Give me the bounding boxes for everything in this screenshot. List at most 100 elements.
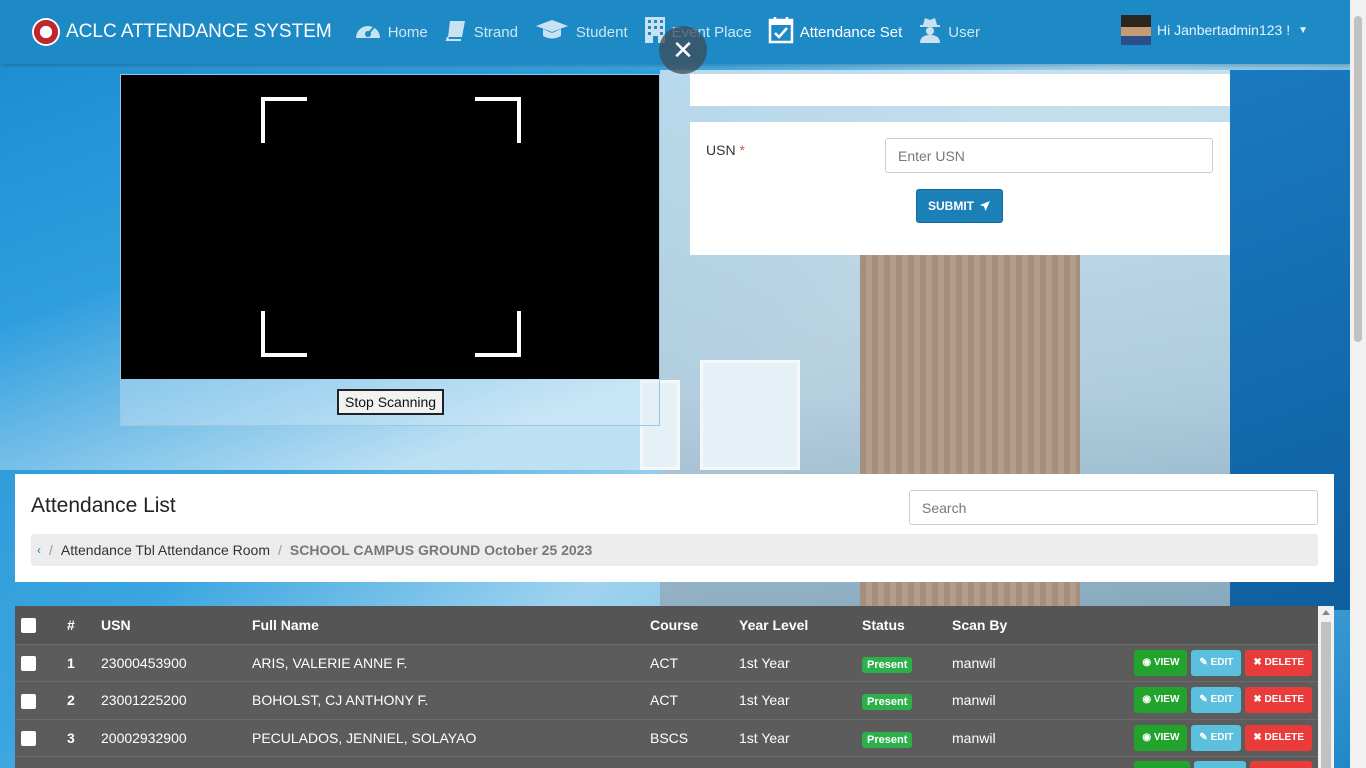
scan-frame-corner [261, 97, 307, 143]
edit-icon: ✎ [1199, 656, 1211, 668]
select-all-checkbox[interactable] [21, 618, 36, 634]
scanner-video [121, 75, 659, 379]
row-scan-by: manwil [952, 729, 996, 746]
nav-label: Attendance Set [799, 23, 903, 41]
row-num: 2 [67, 692, 75, 709]
calendar-check-icon [768, 16, 794, 48]
stop-scanning-button[interactable]: Stop Scanning [337, 389, 445, 415]
book-icon [444, 18, 468, 46]
edit-button[interactable]: ✎ EDIT [1191, 724, 1242, 751]
row-checkbox[interactable] [21, 656, 36, 672]
table-scrollbar[interactable] [1318, 606, 1334, 768]
view-button[interactable] [1134, 761, 1190, 768]
row-checkbox[interactable] [21, 731, 36, 747]
brand[interactable]: ACLC ATTENDANCE SYSTEM [32, 18, 332, 46]
submit-button[interactable]: SUBMIT [916, 189, 1003, 223]
times-icon: ✖ [1253, 694, 1265, 706]
edit-icon: ✎ [1199, 731, 1211, 743]
edit-button[interactable]: ✎ EDIT [1191, 649, 1242, 676]
breadcrumb-parent[interactable]: Attendance Tbl Attendance Room [61, 542, 270, 558]
nav-item-home[interactable]: Home [354, 0, 428, 64]
nav-item-attendance-set[interactable]: Attendance Set [768, 0, 903, 64]
scan-frame-corner [475, 97, 521, 143]
col-actions [1066, 606, 1318, 644]
table-row [15, 756, 1318, 768]
eye-icon: ◉ [1142, 694, 1154, 706]
col-scan-by: Scan By [952, 616, 1008, 633]
table-row: 1 23000453900 ARIS, VALERIE ANNE F. ACT … [15, 644, 1318, 682]
delete-label: DELETE [1264, 656, 1304, 668]
row-course: ACT [650, 654, 678, 671]
row-num: 3 [67, 729, 75, 746]
row-year-level: 1st Year [739, 654, 790, 671]
row-usn: 23000453900 [101, 654, 187, 671]
view-label: VIEW [1153, 694, 1180, 706]
scan-frame-corner [475, 311, 521, 357]
row-usn: 23001225200 [101, 692, 187, 709]
search-input[interactable] [909, 490, 1318, 525]
scroll-up-icon[interactable] [1322, 610, 1330, 615]
user-greeting: Hi Janbertadmin123 ! [1157, 22, 1291, 38]
usn-label-text: USN [706, 142, 736, 158]
eye-icon: ◉ [1142, 731, 1154, 743]
close-icon: ✕ [672, 34, 694, 65]
row-full-name: BOHOLST, CJ ANTHONY F. [252, 692, 429, 709]
page-scrollbar-thumb[interactable] [1354, 16, 1362, 342]
times-icon: ✖ [1253, 656, 1265, 668]
nav-item-strand[interactable]: Strand [444, 0, 518, 64]
col-year-level: Year Level [739, 616, 809, 633]
delete-button[interactable]: ✖ DELETE [1245, 649, 1312, 676]
view-button[interactable]: ◉ VIEW [1134, 649, 1188, 676]
usn-input[interactable] [885, 138, 1213, 173]
breadcrumb: ‹ / Attendance Tbl Attendance Room / SCH… [31, 534, 1318, 566]
paper-plane-icon [979, 200, 991, 212]
nav-item-user[interactable]: User [918, 0, 980, 64]
table-scrollbar-thumb[interactable] [1321, 622, 1331, 768]
user-menu[interactable]: Hi Janbertadmin123 ! ▼ [1121, 15, 1308, 45]
row-course: ACT [650, 692, 678, 709]
user-secret-icon [918, 16, 942, 48]
edit-label: EDIT [1210, 694, 1234, 706]
col-status: Status [862, 616, 905, 633]
nav-label: Student [575, 23, 628, 41]
dashboard-icon [354, 18, 382, 46]
col-num: # [67, 616, 75, 633]
edit-label: EDIT [1210, 656, 1234, 668]
close-scanner-button[interactable]: ✕ [659, 26, 707, 74]
edit-icon: ✎ [1199, 694, 1211, 706]
view-button[interactable]: ◉ VIEW [1134, 687, 1188, 714]
edit-button[interactable]: ✎ EDIT [1191, 687, 1242, 714]
background-window [700, 360, 800, 470]
delete-button[interactable] [1250, 761, 1312, 768]
status-badge: Present [862, 694, 913, 711]
brand-title: ACLC ATTENDANCE SYSTEM [66, 21, 332, 42]
aclc-logo-icon [32, 18, 60, 46]
view-button[interactable]: ◉ VIEW [1134, 724, 1188, 751]
delete-label: DELETE [1264, 694, 1304, 706]
delete-label: DELETE [1264, 731, 1304, 743]
row-checkbox[interactable] [21, 693, 36, 709]
page-title: Attendance List [31, 494, 176, 517]
nav-item-student[interactable]: Student [534, 0, 628, 64]
row-year-level: 1st Year [739, 729, 790, 746]
avatar [1121, 15, 1152, 45]
col-full-name: Full Name [252, 616, 319, 633]
breadcrumb-back-link[interactable]: ‹ [37, 543, 41, 557]
breadcrumb-current: SCHOOL CAMPUS GROUND October 25 2023 [289, 542, 593, 558]
page-scrollbar[interactable] [1350, 0, 1366, 768]
edit-button[interactable] [1194, 761, 1246, 768]
usn-label: USN * [706, 142, 745, 158]
row-num: 1 [67, 654, 75, 671]
edit-label: EDIT [1210, 731, 1234, 743]
table-row: 3 20002932900 PECULADOS, JENNIEL, SOLAYA… [15, 719, 1318, 757]
table-header-row: # USN Full Name Course Year Level Status… [15, 606, 1318, 644]
nav-label: Strand [473, 23, 518, 41]
delete-button[interactable]: ✖ DELETE [1245, 687, 1312, 714]
usn-form: USN * SUBMIT [690, 122, 1230, 255]
view-label: VIEW [1153, 731, 1180, 743]
delete-button[interactable]: ✖ DELETE [1245, 724, 1312, 751]
graduation-cap-icon [534, 18, 570, 46]
table-row: 2 23001225200 BOHOLST, CJ ANTHONY F. ACT… [15, 681, 1318, 719]
required-mark: * [739, 142, 745, 158]
qr-scanner: Stop Scanning [120, 74, 660, 426]
